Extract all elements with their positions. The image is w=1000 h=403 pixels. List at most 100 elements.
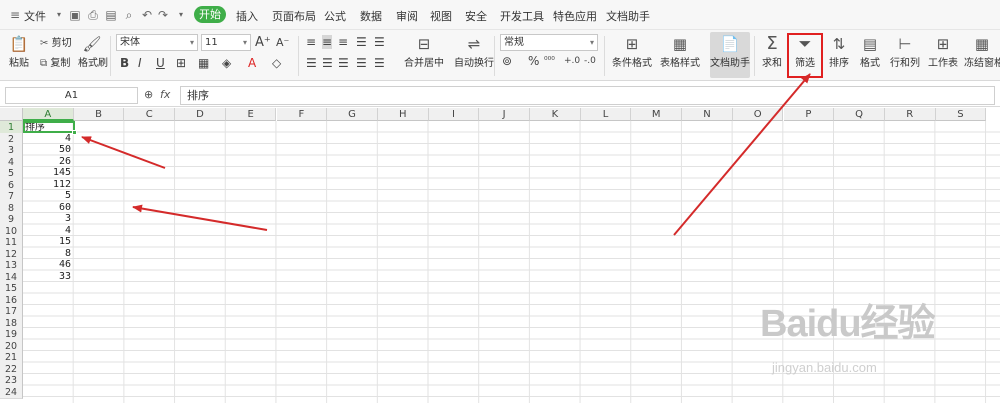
name-box[interactable]: A1: [5, 87, 138, 104]
cell-value[interactable]: 4: [23, 225, 73, 237]
cell-value[interactable]: 50: [23, 144, 73, 156]
search-icon[interactable]: ⌕: [122, 8, 136, 22]
italic-button[interactable]: I: [138, 56, 142, 70]
table-style-button[interactable]: ▦ 表格样式: [656, 34, 704, 69]
cell-value[interactable]: 112: [23, 179, 73, 191]
cut-button[interactable]: ✂ 剪切: [40, 34, 72, 49]
worksheet-button[interactable]: ⊞ 工作表: [926, 34, 960, 69]
column-header[interactable]: K: [530, 108, 581, 121]
justify-icon[interactable]: ☰: [356, 56, 367, 70]
cell-value[interactable]: 3: [23, 213, 73, 225]
tab-data[interactable]: 数据: [360, 8, 382, 24]
percent-button[interactable]: %: [528, 54, 539, 68]
bold-button[interactable]: B: [120, 56, 129, 70]
format-painter-button[interactable]: 🖌 格式刷: [78, 34, 108, 69]
column-header[interactable]: A: [23, 108, 74, 121]
thousands-icon[interactable]: ⁰⁰⁰: [544, 54, 555, 68]
column-header[interactable]: I: [428, 108, 480, 121]
column-header[interactable]: L: [580, 108, 632, 121]
distributed-icon[interactable]: ☰: [374, 56, 385, 70]
wrap-text-button[interactable]: ⇌ 自动换行: [452, 34, 496, 69]
cell-value[interactable]: 46: [23, 259, 73, 271]
chevron-down-icon[interactable]: ▾: [52, 8, 66, 22]
align-text-center-icon[interactable]: ☰: [322, 56, 333, 70]
cell-value[interactable]: 60: [23, 202, 73, 214]
print-preview-icon[interactable]: ⎙: [86, 8, 100, 22]
increase-decimal-icon[interactable]: +.0: [564, 54, 580, 68]
column-header[interactable]: M: [631, 108, 683, 121]
merge-center-button[interactable]: ⊟ 合并居中: [402, 34, 446, 69]
align-text-right-icon[interactable]: ☰: [338, 56, 349, 70]
align-top-icon[interactable]: ≡: [306, 35, 316, 49]
paste-button[interactable]: 📋 粘贴: [6, 34, 32, 69]
customize-quickbar-icon[interactable]: ▾: [174, 8, 188, 22]
column-header[interactable]: C: [124, 108, 176, 121]
number-format-select[interactable]: 常规 ▾: [500, 34, 598, 51]
increase-font-icon[interactable]: A⁺: [255, 36, 271, 50]
select-all-corner[interactable]: [0, 108, 23, 121]
formula-input[interactable]: 排序: [180, 86, 995, 105]
column-header[interactable]: N: [682, 108, 733, 121]
cell-value[interactable]: 4: [23, 133, 73, 145]
tab-developer[interactable]: 开发工具: [500, 8, 544, 24]
zoom-icon[interactable]: ⊕: [144, 88, 153, 101]
tab-view[interactable]: 视图: [430, 8, 452, 24]
align-center-icon[interactable]: ☰: [374, 35, 385, 49]
column-header[interactable]: E: [225, 108, 277, 121]
column-header[interactable]: Q: [834, 108, 885, 121]
border-icon[interactable]: ⊞: [176, 56, 186, 70]
row-header[interactable]: 24: [0, 385, 23, 399]
tab-doc-helper[interactable]: 文档助手: [606, 8, 650, 24]
align-text-left-icon[interactable]: ☰: [306, 56, 317, 70]
cell-value[interactable]: 8: [23, 248, 73, 260]
currency-icon[interactable]: ⊚: [502, 54, 512, 68]
tab-insert[interactable]: 插入: [236, 8, 258, 24]
column-header[interactable]: R: [884, 108, 936, 121]
font-name-select[interactable]: 宋体 ▾: [116, 34, 198, 51]
decrease-decimal-icon[interactable]: -.0: [584, 54, 596, 68]
column-header[interactable]: H: [377, 108, 429, 121]
doc-helper-button[interactable]: 📄 文档助手: [710, 34, 750, 69]
column-header[interactable]: B: [73, 108, 125, 121]
column-header[interactable]: G: [327, 108, 378, 121]
cell-value[interactable]: 5: [23, 190, 73, 202]
cell-style-icon[interactable]: ▦: [198, 56, 209, 70]
align-bottom-icon[interactable]: ≡: [338, 35, 348, 49]
fx-label[interactable]: fx: [160, 88, 170, 101]
freeze-panes-button[interactable]: ▦ 冻结窗格: [964, 34, 1000, 69]
column-header[interactable]: J: [479, 108, 530, 121]
align-left-icon[interactable]: ☰: [356, 35, 367, 49]
underline-button[interactable]: U: [156, 56, 165, 70]
save-icon[interactable]: ▣: [68, 8, 82, 22]
font-color-icon[interactable]: A: [248, 56, 256, 70]
column-header[interactable]: F: [276, 108, 328, 121]
file-menu[interactable]: 文件: [24, 8, 46, 24]
cell-value[interactable]: 145: [23, 167, 73, 179]
column-header[interactable]: O: [732, 108, 784, 121]
conditional-format-button[interactable]: ⊞ 条件格式: [608, 34, 656, 69]
cell-value[interactable]: 33: [23, 271, 73, 283]
print-icon[interactable]: ▤: [104, 8, 118, 22]
column-header[interactable]: P: [783, 108, 835, 121]
font-size-select[interactable]: 11 ▾: [201, 34, 251, 51]
tab-special-apps[interactable]: 特色应用: [553, 8, 597, 24]
cell-value[interactable]: 15: [23, 236, 73, 248]
tab-home[interactable]: 开始: [194, 6, 226, 23]
cell-value[interactable]: 26: [23, 156, 73, 168]
undo-icon[interactable]: ↶: [140, 8, 154, 22]
copy-button[interactable]: ⧉ 复制: [40, 54, 70, 69]
redo-icon[interactable]: ↷: [156, 8, 170, 22]
tab-page-layout[interactable]: 页面布局: [272, 8, 316, 24]
sort-button[interactable]: ⇅ 排序: [824, 34, 854, 69]
sum-button[interactable]: Σ 求和: [758, 34, 786, 70]
column-header[interactable]: D: [175, 108, 226, 121]
hamburger-menu-icon[interactable]: ≡: [8, 8, 22, 22]
rows-cols-button[interactable]: ⊢ 行和列: [886, 34, 924, 69]
tab-review[interactable]: 审阅: [396, 8, 418, 24]
clear-format-icon[interactable]: ◇: [272, 56, 281, 70]
fill-color-icon[interactable]: ◈: [222, 56, 231, 70]
fill-handle[interactable]: [72, 130, 77, 135]
align-middle-icon[interactable]: ≡: [322, 35, 333, 49]
tab-formulas[interactable]: 公式: [324, 8, 346, 24]
decrease-font-icon[interactable]: A⁻: [276, 36, 289, 50]
